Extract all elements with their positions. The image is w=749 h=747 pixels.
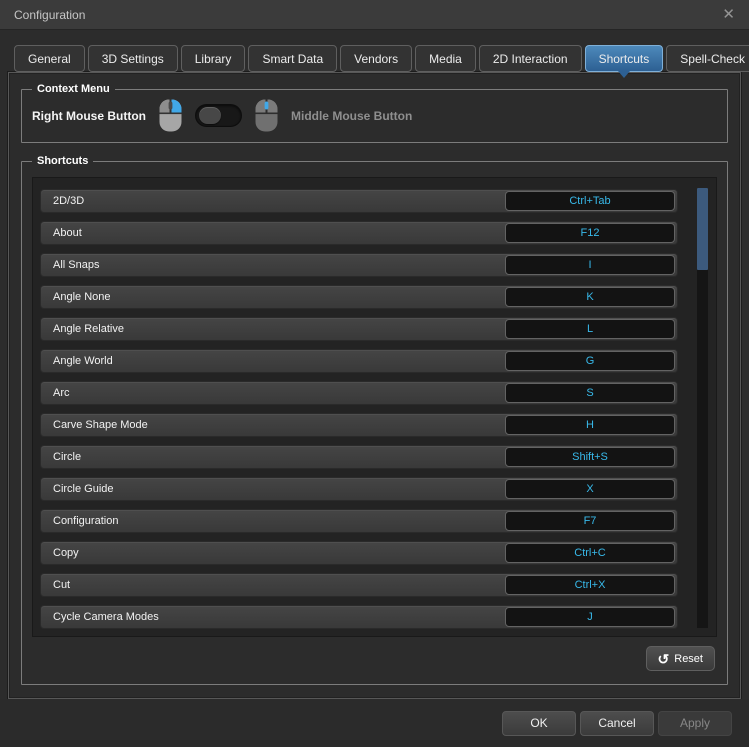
reset-button-label: Reset — [674, 653, 703, 665]
scrollbar-track[interactable] — [697, 188, 708, 628]
shortcut-row[interactable]: Cut Ctrl+X — [40, 573, 678, 597]
shortcut-row[interactable]: 2D/3D Ctrl+Tab — [40, 189, 678, 213]
scrollbar-thumb[interactable] — [697, 188, 708, 270]
shortcut-row[interactable]: Carve Shape Mode H — [40, 413, 678, 437]
tab-label: Vendors — [354, 52, 398, 66]
window-title: Configuration — [14, 8, 85, 22]
tab-label: Media — [429, 52, 462, 66]
shortcut-key-button[interactable]: H — [505, 415, 675, 435]
shortcut-row[interactable]: Arc S — [40, 381, 678, 405]
context-menu-toggle[interactable] — [195, 104, 242, 127]
tab[interactable]: Media — [415, 45, 476, 72]
shortcut-action-label: 2D/3D — [53, 195, 84, 207]
right-mouse-button-icon — [159, 99, 182, 132]
tab[interactable]: Spell-Check — [666, 45, 749, 72]
middle-mouse-button-label: Middle Mouse Button — [291, 109, 412, 123]
right-mouse-button-label: Right Mouse Button — [32, 109, 146, 123]
context-menu-row: Right Mouse Button — [22, 95, 727, 132]
tab-label: General — [28, 52, 71, 66]
shortcut-action-label: Circle — [53, 451, 81, 463]
dialog-footer: OK Cancel Apply — [0, 699, 749, 747]
tab-strip: General 3D Settings Library Smart Data V… — [14, 45, 749, 72]
close-icon[interactable]: ✕ — [722, 7, 735, 22]
cancel-button[interactable]: Cancel — [580, 711, 654, 736]
tab[interactable]: Library — [181, 45, 246, 72]
shortcut-action-label: Arc — [53, 387, 70, 399]
shortcut-action-label: About — [53, 227, 82, 239]
shortcut-key-button[interactable]: G — [505, 351, 675, 371]
tab-label: Spell-Check — [680, 52, 745, 66]
shortcut-key-button[interactable]: F12 — [505, 223, 675, 243]
shortcut-key-button[interactable]: Ctrl+C — [505, 543, 675, 563]
apply-button: Apply — [658, 711, 732, 736]
shortcut-row[interactable]: Configuration F7 — [40, 509, 678, 533]
shortcut-row[interactable]: Circle Guide X — [40, 477, 678, 501]
context-menu-group: Context Menu Right Mouse Button — [21, 83, 728, 143]
shortcuts-group: Shortcuts 2D/3D Ctrl+Tab About F12 All S… — [21, 155, 728, 685]
shortcut-action-label: Circle Guide — [53, 483, 114, 495]
shortcut-row[interactable]: Angle None K — [40, 285, 678, 309]
shortcut-row[interactable]: Circle Shift+S — [40, 445, 678, 469]
shortcut-key-button[interactable]: Ctrl+X — [505, 575, 675, 595]
shortcut-key-button[interactable]: K — [505, 287, 675, 307]
shortcuts-list: 2D/3D Ctrl+Tab About F12 All Snaps I Ang… — [32, 177, 717, 637]
shortcut-action-label: Carve Shape Mode — [53, 419, 148, 431]
tab[interactable]: General — [14, 45, 85, 72]
shortcut-action-label: Angle Relative — [53, 323, 124, 335]
tab[interactable]: Vendors — [340, 45, 412, 72]
tab[interactable]: Shortcuts — [585, 45, 664, 72]
shortcut-key-button[interactable]: F7 — [505, 511, 675, 531]
shortcut-row[interactable]: Cycle Camera Modes J — [40, 605, 678, 629]
shortcut-action-label: Angle World — [53, 355, 113, 367]
shortcut-row[interactable]: Copy Ctrl+C — [40, 541, 678, 565]
shortcuts-group-title: Shortcuts — [32, 155, 93, 167]
ok-button[interactable]: OK — [502, 711, 576, 736]
shortcut-key-button[interactable]: I — [505, 255, 675, 275]
tab-label: Library — [195, 52, 232, 66]
shortcut-row[interactable]: Angle World G — [40, 349, 678, 373]
reset-row: ↺ Reset — [22, 646, 715, 671]
shortcut-action-label: All Snaps — [53, 259, 99, 271]
toggle-knob[interactable] — [199, 107, 221, 124]
title-bar: Configuration ✕ — [0, 0, 749, 30]
shortcut-action-label: Angle None — [53, 291, 111, 303]
tab[interactable]: 3D Settings — [88, 45, 178, 72]
tab[interactable]: 2D Interaction — [479, 45, 582, 72]
tab-label: Shortcuts — [599, 52, 650, 66]
shortcut-key-button[interactable]: Ctrl+Tab — [505, 191, 675, 211]
middle-mouse-button-icon — [255, 99, 278, 132]
shortcut-key-button[interactable]: Shift+S — [505, 447, 675, 467]
shortcut-key-button[interactable]: J — [505, 607, 675, 627]
shortcut-action-label: Copy — [53, 547, 79, 559]
shortcut-row[interactable]: About F12 — [40, 221, 678, 245]
context-menu-group-title: Context Menu — [32, 83, 115, 95]
tab-label: Smart Data — [262, 52, 323, 66]
reset-button[interactable]: ↺ Reset — [646, 646, 715, 671]
shortcut-key-button[interactable]: X — [505, 479, 675, 499]
shortcut-row[interactable]: All Snaps I — [40, 253, 678, 277]
shortcut-key-button[interactable]: S — [505, 383, 675, 403]
shortcut-action-label: Configuration — [53, 515, 118, 527]
shortcuts-tab-page: Context Menu Right Mouse Button — [8, 72, 741, 699]
shortcut-action-label: Cycle Camera Modes — [53, 611, 159, 623]
shortcut-action-label: Cut — [53, 579, 70, 591]
shortcut-key-button[interactable]: L — [505, 319, 675, 339]
reset-icon: ↺ — [658, 652, 670, 666]
shortcut-row[interactable]: Angle Relative L — [40, 317, 678, 341]
tab-label: 2D Interaction — [493, 52, 568, 66]
tab[interactable]: Smart Data — [248, 45, 337, 72]
tab-label: 3D Settings — [102, 52, 164, 66]
